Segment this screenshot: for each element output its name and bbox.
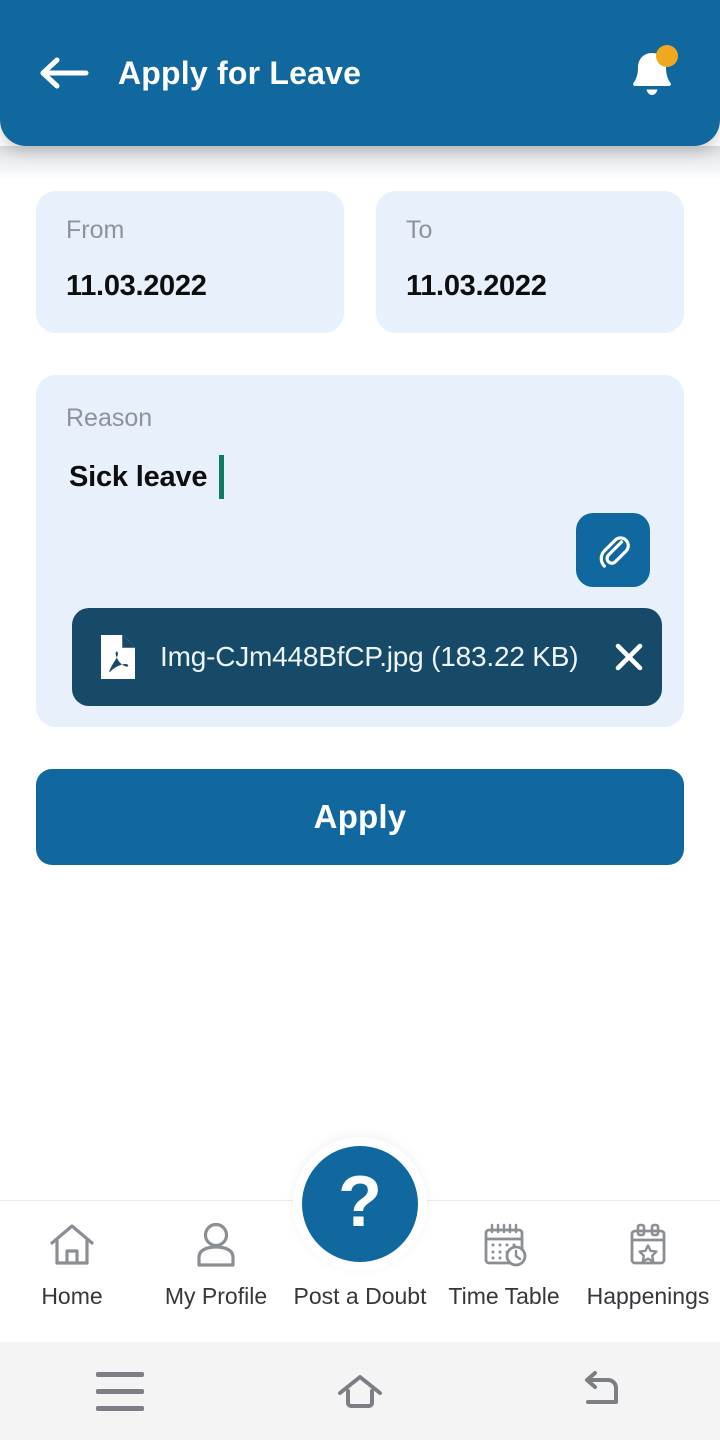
calendar-star-icon (624, 1219, 672, 1271)
nav-label-home: Home (41, 1283, 103, 1309)
arrow-left-icon (40, 57, 89, 89)
menu-icon (96, 1371, 144, 1411)
text-caret (219, 455, 225, 499)
person-icon (193, 1219, 239, 1271)
page-title: Apply for Leave (118, 54, 362, 91)
nav-item-my-profile[interactable]: My Profile (144, 1219, 288, 1310)
to-value: 11.03.2022 (406, 270, 547, 302)
nav-label-post-a-doubt: Post a Doubt (293, 1283, 427, 1309)
reason-label: Reason (66, 404, 153, 432)
nav-item-home[interactable]: Home (0, 1219, 144, 1310)
nav-label-my-profile: My Profile (164, 1283, 268, 1309)
from-label: From (66, 216, 125, 244)
back-button[interactable] (38, 46, 92, 100)
attachment-chip: Img-CJm448BfCP.jpg (183.22 KB) (72, 608, 662, 706)
attachment-filename: Img-CJm448BfCP.jpg (183.22 KB) (160, 641, 579, 672)
nav-item-time-table[interactable]: Time Table (432, 1219, 576, 1310)
nav-item-happenings[interactable]: Happenings (576, 1219, 720, 1310)
close-icon (615, 643, 643, 671)
reason-input[interactable]: Sick leave (66, 455, 654, 499)
notifications-button[interactable] (624, 44, 680, 102)
home-outline-icon (338, 1375, 382, 1408)
apply-button[interactable]: Apply (36, 769, 684, 865)
system-recents-button[interactable] (60, 1361, 180, 1421)
from-date-field[interactable]: From 11.03.2022 (36, 191, 344, 333)
back-arrow-icon (585, 1371, 618, 1404)
from-value: 11.03.2022 (66, 270, 207, 302)
notification-badge (656, 45, 678, 67)
system-home-button[interactable] (300, 1361, 420, 1421)
to-label: To (406, 216, 433, 244)
post-a-doubt-fab[interactable]: ? (302, 1146, 418, 1262)
system-navigation-bar (0, 1342, 720, 1440)
paperclip-icon (599, 536, 630, 568)
date-range-row: From 11.03.2022 To 11.03.2022 (36, 191, 684, 333)
reason-value: Sick leave (69, 460, 208, 493)
remove-attachment-button[interactable] (606, 634, 652, 680)
app-header: Apply for Leave (0, 0, 720, 146)
calendar-clock-icon (479, 1219, 529, 1271)
attach-file-button[interactable] (576, 513, 650, 587)
form-content: From 11.03.2022 To 11.03.2022 Reason Sic… (0, 146, 720, 1200)
nav-label-happenings: Happenings (586, 1283, 710, 1309)
nav-label-time-table: Time Table (448, 1283, 560, 1309)
bottom-navigation-bar: Home My Profile Post a Doubt Time Table … (0, 1137, 720, 1342)
system-back-button[interactable] (540, 1361, 660, 1421)
reason-field-card[interactable]: Reason Sick leave Img-CJm448BfCP.jpg (18… (36, 375, 684, 727)
app-screen: Apply for Leave From 11.03.2022 To 11.03… (0, 0, 720, 1440)
to-date-field[interactable]: To 11.03.2022 (376, 191, 684, 333)
fab-question-glyph: ? (338, 1162, 382, 1242)
home-icon (47, 1219, 97, 1271)
pdf-file-icon (98, 633, 138, 681)
